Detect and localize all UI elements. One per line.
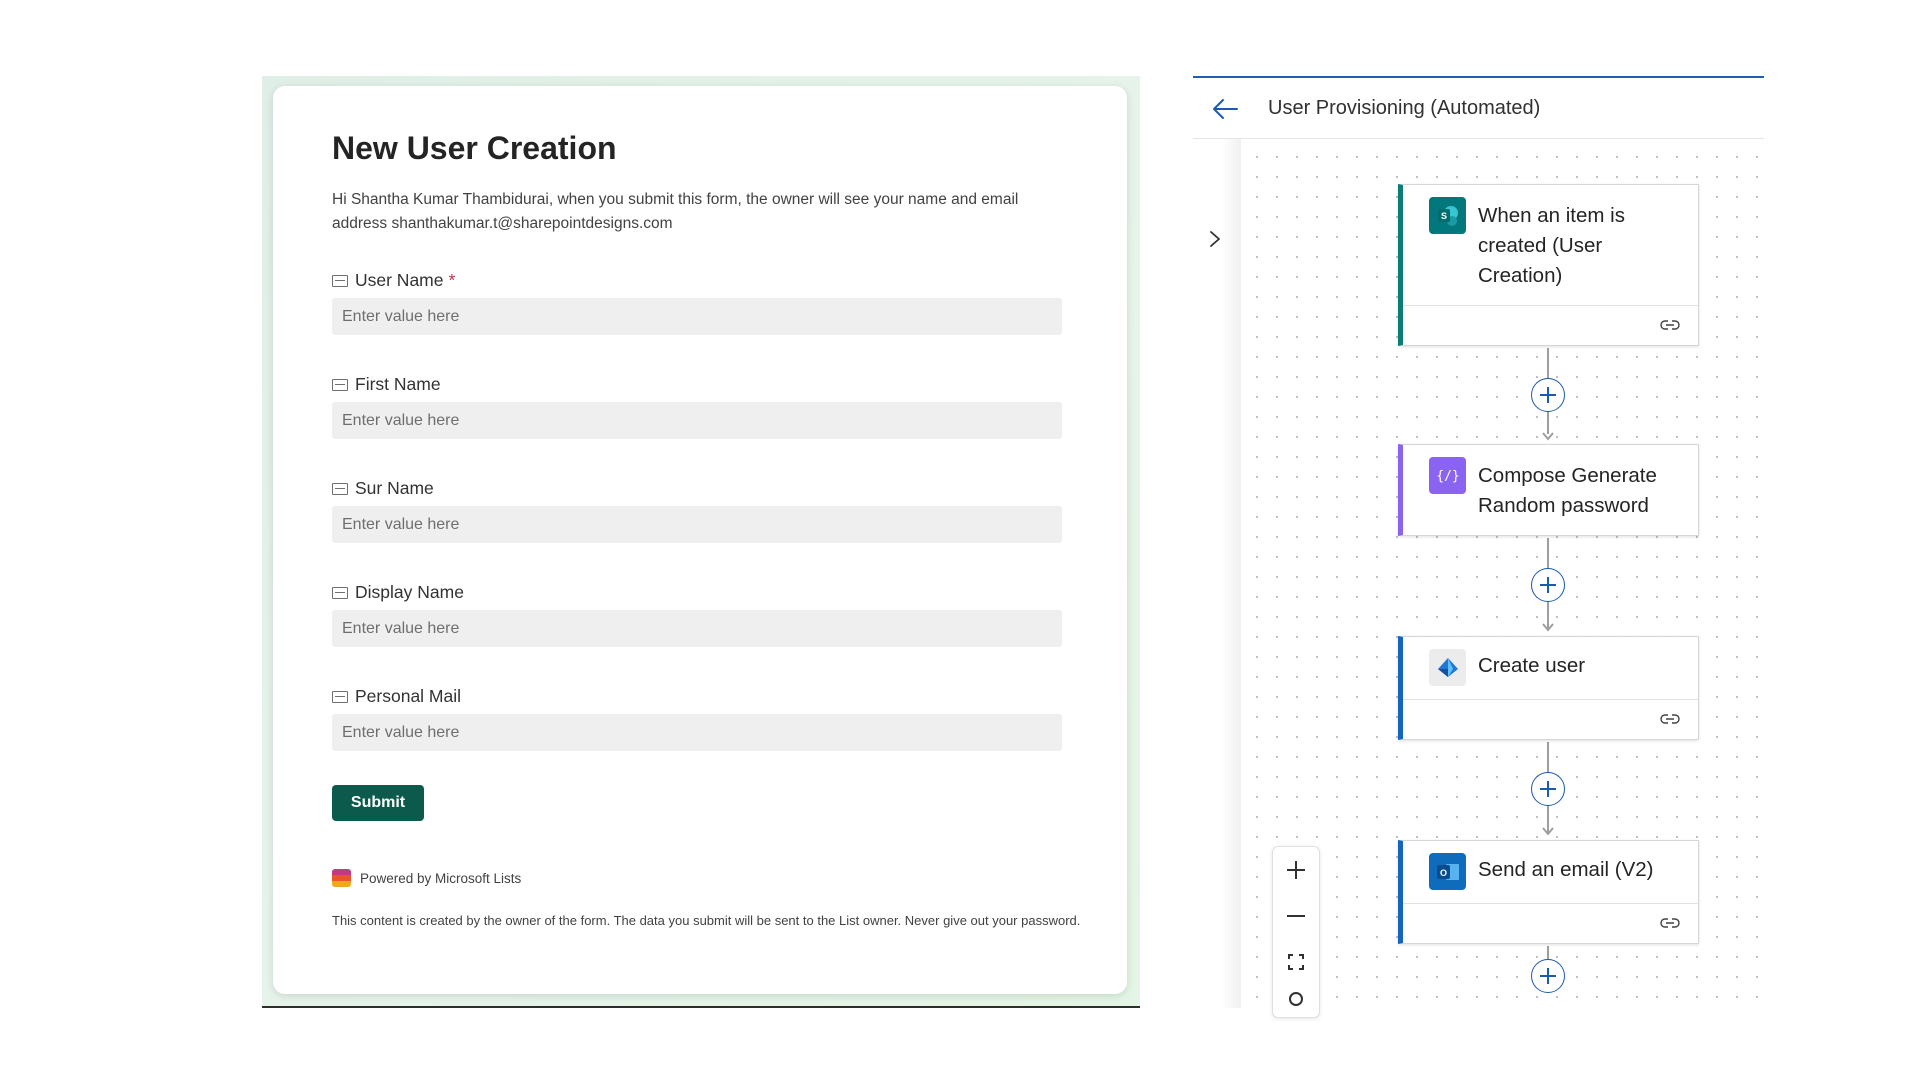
link-icon[interactable]: [1660, 916, 1680, 930]
sharepoint-icon: S: [1429, 197, 1466, 234]
step-footer: [1403, 305, 1698, 345]
entra-id-icon: [1429, 649, 1466, 686]
text-field-icon: [332, 378, 348, 391]
chevron-right-icon[interactable]: [1205, 229, 1225, 249]
step-footer: [1403, 903, 1698, 943]
step-title: Create user: [1478, 654, 1586, 677]
search-icon[interactable]: [1273, 981, 1319, 1017]
arrow-down-icon: [1542, 623, 1554, 632]
personal-mail-input[interactable]: [332, 714, 1062, 751]
fit-view-icon[interactable]: [1273, 939, 1319, 985]
zoom-controls: [1272, 846, 1320, 1018]
form-footer-disclaimer: This content is created by the owner of …: [332, 913, 1081, 928]
svg-text:{/}: {/}: [1437, 469, 1459, 484]
user-name-label: User Name *: [332, 270, 455, 291]
required-marker: *: [448, 270, 456, 290]
form-description: Hi Shantha Kumar Thambidurai, when you s…: [332, 191, 1019, 232]
side-panel-strip: [1193, 139, 1241, 1008]
zoom-in-icon[interactable]: [1273, 847, 1319, 893]
first-name-input[interactable]: [332, 402, 1062, 439]
flow-step-compose[interactable]: {/} Compose Generate Random password: [1398, 444, 1699, 536]
text-field-icon: [332, 274, 348, 287]
flow-title: User Provisioning (Automated): [1268, 97, 1541, 119]
sur-name-label-text: Sur Name: [355, 478, 434, 498]
step-footer: [1403, 699, 1698, 739]
zoom-out-icon[interactable]: [1273, 893, 1319, 939]
display-name-input[interactable]: [332, 610, 1062, 647]
display-name-label: Display Name: [332, 582, 464, 603]
add-step-button[interactable]: [1531, 959, 1565, 993]
compose-icon: {/}: [1429, 457, 1466, 494]
first-name-label: First Name: [332, 374, 441, 395]
arrow-down-icon: [1542, 432, 1554, 441]
personal-mail-label-text: Personal Mail: [355, 686, 462, 706]
microsoft-lists-icon: [332, 869, 351, 887]
personal-mail-label: Personal Mail: [332, 686, 461, 707]
link-icon[interactable]: [1660, 318, 1680, 332]
arrow-down-icon: [1542, 827, 1554, 836]
sur-name-label: Sur Name: [332, 478, 434, 499]
user-name-label-text: User Name: [355, 270, 444, 290]
step-title: When an item is created (User Creation): [1478, 204, 1625, 287]
user-name-input[interactable]: [332, 298, 1062, 335]
powered-by-text: Powered by Microsoft Lists: [360, 870, 522, 886]
submit-button[interactable]: Submit: [332, 785, 424, 821]
flow-step-send-email[interactable]: O Send an email (V2): [1398, 840, 1699, 944]
add-step-button[interactable]: [1531, 568, 1565, 602]
form-title: New User Creation: [332, 130, 617, 166]
flow-step-create-user[interactable]: Create user: [1398, 636, 1699, 740]
step-title: Compose Generate Random password: [1478, 464, 1657, 517]
outlook-icon: O: [1429, 853, 1466, 890]
svg-text:O: O: [1439, 868, 1446, 878]
first-name-label-text: First Name: [355, 374, 441, 394]
add-step-button[interactable]: [1531, 378, 1565, 412]
sur-name-input[interactable]: [332, 506, 1062, 543]
add-step-button[interactable]: [1531, 772, 1565, 806]
text-field-icon: [332, 690, 348, 703]
text-field-icon: [332, 482, 348, 495]
link-icon[interactable]: [1660, 712, 1680, 726]
powered-by: Powered by Microsoft Lists: [332, 869, 521, 887]
svg-text:S: S: [1440, 211, 1446, 221]
display-name-label-text: Display Name: [355, 582, 464, 602]
flow-step-trigger[interactable]: S When an item is created (User Creation…: [1398, 184, 1699, 346]
text-field-icon: [332, 586, 348, 599]
form-card: New User Creation Hi Shantha Kumar Thamb…: [273, 86, 1127, 994]
flow-header: User Provisioning (Automated): [1193, 78, 1764, 139]
step-title: Send an email (V2): [1478, 858, 1654, 881]
back-arrow-icon[interactable]: [1211, 97, 1239, 121]
